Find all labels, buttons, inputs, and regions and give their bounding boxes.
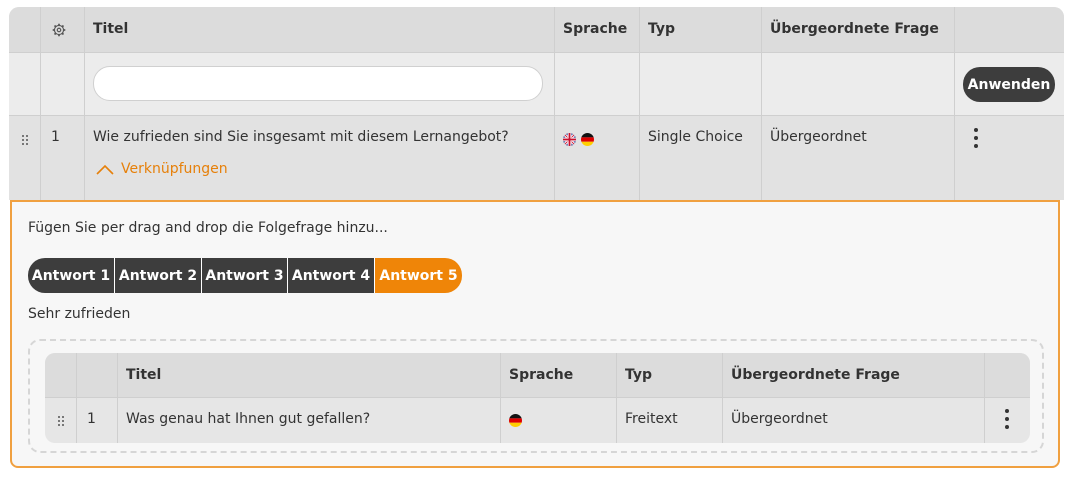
- answer-text: Sehr zufrieden: [28, 306, 131, 322]
- german-flag-icon: [509, 414, 522, 427]
- tab-answer-4[interactable]: Antwort 4: [288, 258, 375, 293]
- sub-column-header-language[interactable]: Sprache: [509, 367, 573, 383]
- follow-up-dropzone[interactable]: Titel Sprache Typ Übergeordnete Frage 1 …: [28, 339, 1044, 453]
- german-flag-icon: [581, 133, 594, 146]
- sub-column-header-title[interactable]: Titel: [126, 367, 161, 383]
- sub-column-header-type[interactable]: Typ: [625, 367, 652, 383]
- tab-answer-2[interactable]: Antwort 2: [115, 258, 202, 293]
- parent-question: Übergeordnet: [770, 129, 867, 145]
- column-header-parent[interactable]: Übergeordnete Frage: [770, 21, 939, 37]
- row-number: 1: [51, 129, 60, 145]
- sub-parent-question: Übergeordnet: [731, 411, 828, 427]
- questions-table-container: Titel Sprache Typ Übergeordnete Frage An…: [9, 7, 1064, 471]
- uk-flag-icon: [563, 133, 576, 146]
- question-title: Wie zufrieden sind Sie insgesamt mit die…: [93, 129, 509, 145]
- chevron-up-icon[interactable]: [96, 164, 114, 175]
- title-filter-input[interactable]: [93, 66, 543, 101]
- column-header-language[interactable]: Sprache: [563, 21, 627, 37]
- drag-handle-icon[interactable]: [22, 135, 28, 145]
- sub-row-number: 1: [87, 411, 96, 427]
- drag-handle-icon[interactable]: [58, 416, 64, 426]
- tab-answer-3[interactable]: Antwort 3: [202, 258, 288, 293]
- row-menu-kebab-icon[interactable]: [974, 128, 978, 148]
- tab-answer-1[interactable]: Antwort 1: [28, 258, 115, 293]
- questions-table: Titel Sprache Typ Übergeordnete Frage An…: [9, 7, 1064, 200]
- apply-button[interactable]: Anwenden: [963, 67, 1055, 102]
- tab-answer-5[interactable]: Antwort 5: [375, 258, 462, 293]
- answer-tabs: Antwort 1 Antwort 2 Antwort 3 Antwort 4 …: [28, 258, 462, 293]
- sub-question-title: Was genau hat Ihnen gut gefallen?: [126, 411, 371, 427]
- sub-row-menu-kebab-icon[interactable]: [1005, 409, 1009, 429]
- follow-up-panel: Fügen Sie per drag and drop die Folgefra…: [10, 200, 1060, 468]
- sub-question-type: Freitext: [625, 411, 678, 427]
- links-toggle[interactable]: Verknüpfungen: [121, 161, 228, 177]
- drag-hint-text: Fügen Sie per drag and drop die Folgefra…: [28, 220, 388, 236]
- question-type: Single Choice: [648, 129, 743, 145]
- follow-up-table: Titel Sprache Typ Übergeordnete Frage 1 …: [45, 353, 1030, 443]
- column-header-title[interactable]: Titel: [93, 21, 128, 37]
- sub-column-header-parent[interactable]: Übergeordnete Frage: [731, 367, 900, 383]
- column-header-type[interactable]: Typ: [648, 21, 675, 37]
- settings-gear-icon[interactable]: [52, 23, 66, 37]
